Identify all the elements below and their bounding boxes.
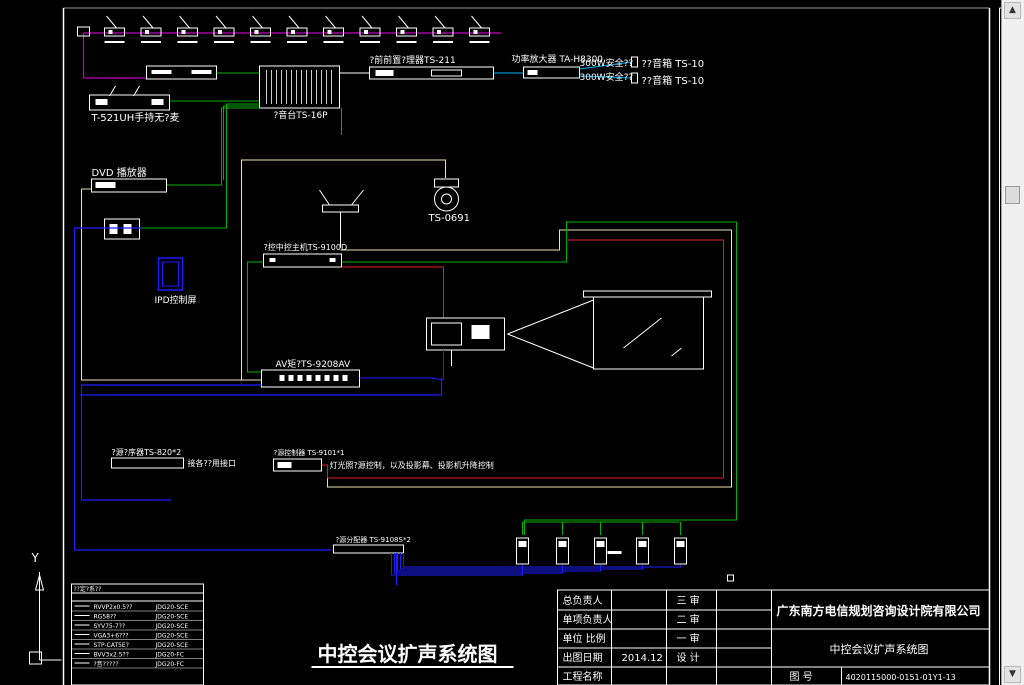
drawing-title: 中控会议扩声系统图 [318,642,498,666]
wireless-mic-label: T-521UH手持无?麦 [91,111,180,124]
power-distributor-label: ?源分配器 TS-9108S*2 [336,535,411,544]
camera-label: TS-0691 [428,213,471,224]
tb-row2-right: 二 审 [677,613,700,626]
cad-drawing-canvas[interactable]: ?音台TS-16P T-521UH手持无?麦 ?前前置?理器TS-211 功率放… [0,0,1024,685]
central-host-label: ?控中控主机TS-9100D [264,242,348,252]
tb-row4-right: 设 计 [677,651,700,664]
legend-code: JDG20-FC [155,661,184,668]
amp-channel-2-label: 300W安全?? [580,71,634,83]
legend-cable: SYV75-7?? [94,623,126,630]
legend-code: JDG20-SCE [155,604,189,611]
legend-code: JDG20-SCE [155,633,189,640]
sheet-label: 图 号 [790,671,813,683]
dvd-label: DVD 播放器 [92,166,147,179]
power-sequencer-note: 接各??用接口 [188,458,237,468]
legend-code: JDG20-FC [155,652,184,659]
av-port [315,375,321,381]
scroll-down-arrow-icon[interactable]: ▼ [1004,666,1021,683]
av-port [306,375,312,381]
av-port [333,375,339,381]
tb-date: 2014.12 [622,653,663,664]
processor-label: ?前前置?理器TS-211 [370,54,456,66]
sheet-number: 4020115000-0151-01Y1-13 [846,673,956,682]
scroll-up-arrow-icon[interactable]: ▲ [1004,2,1021,19]
av-port [342,375,348,381]
tb-row3-left: 单位 比例 [563,632,606,645]
tb-row3-right: 一 审 [677,632,700,645]
legend-title: ??定?系?? [74,585,102,593]
legend-cable: VGA3+6??? [94,633,129,640]
sheet-subtitle: 中控会议扩声系统图 [830,642,929,656]
vertical-scrollbar[interactable]: ▲ ▼ [1001,0,1024,685]
legend-code: JDG20-SCE [155,623,189,630]
axis-y-label: Y [31,551,40,565]
company-name: 广东南方电信规划咨询设计院有限公司 [777,603,981,618]
tb-row2-left: 单项负责人 [563,613,613,626]
speaker-2-label: ??音箱 TS-10 [642,74,705,87]
av-port [324,375,330,381]
tb-row4-left: 出图日期 [563,651,603,664]
tb-row5-left: 工程名称 [563,670,603,683]
av-port [297,375,303,381]
legend-cable: RVVP2x0.5?? [94,604,133,611]
av-port [279,375,285,381]
tb-row1-left: 总负责人 [563,594,603,607]
power-sequencer-label: ?源?序器TS-820*2 [112,447,182,457]
scroll-thumb[interactable] [1005,186,1020,204]
av-port [288,375,294,381]
power-controller-note: 灯光照?源控制，以及投影幕、投影机升降控制 [330,460,494,470]
speaker-1-label: ??音箱 TS-10 [642,57,705,70]
legend-cable: ?音????? [94,660,119,668]
legend-cable: RG58?? [94,614,117,621]
amp-channel-1-label: 300W安全?? [580,57,634,69]
legend-code: JDG20-SCE [155,642,189,649]
legend-code: JDG20-SCE [155,614,189,621]
power-controller-label: ?源控制器 TS-9101*1 [274,448,345,457]
mixer-label: ?音台TS-16P [274,109,329,121]
ipad-label: IPD控制屏 [155,294,197,306]
tb-row1-right: 三 审 [677,594,700,607]
legend-cable: BVV3x2.5?? [94,652,129,659]
legend-cable: STP-CAT5E? [94,642,129,649]
av-matrix-label: AV矩?TS-9208AV [276,358,351,370]
